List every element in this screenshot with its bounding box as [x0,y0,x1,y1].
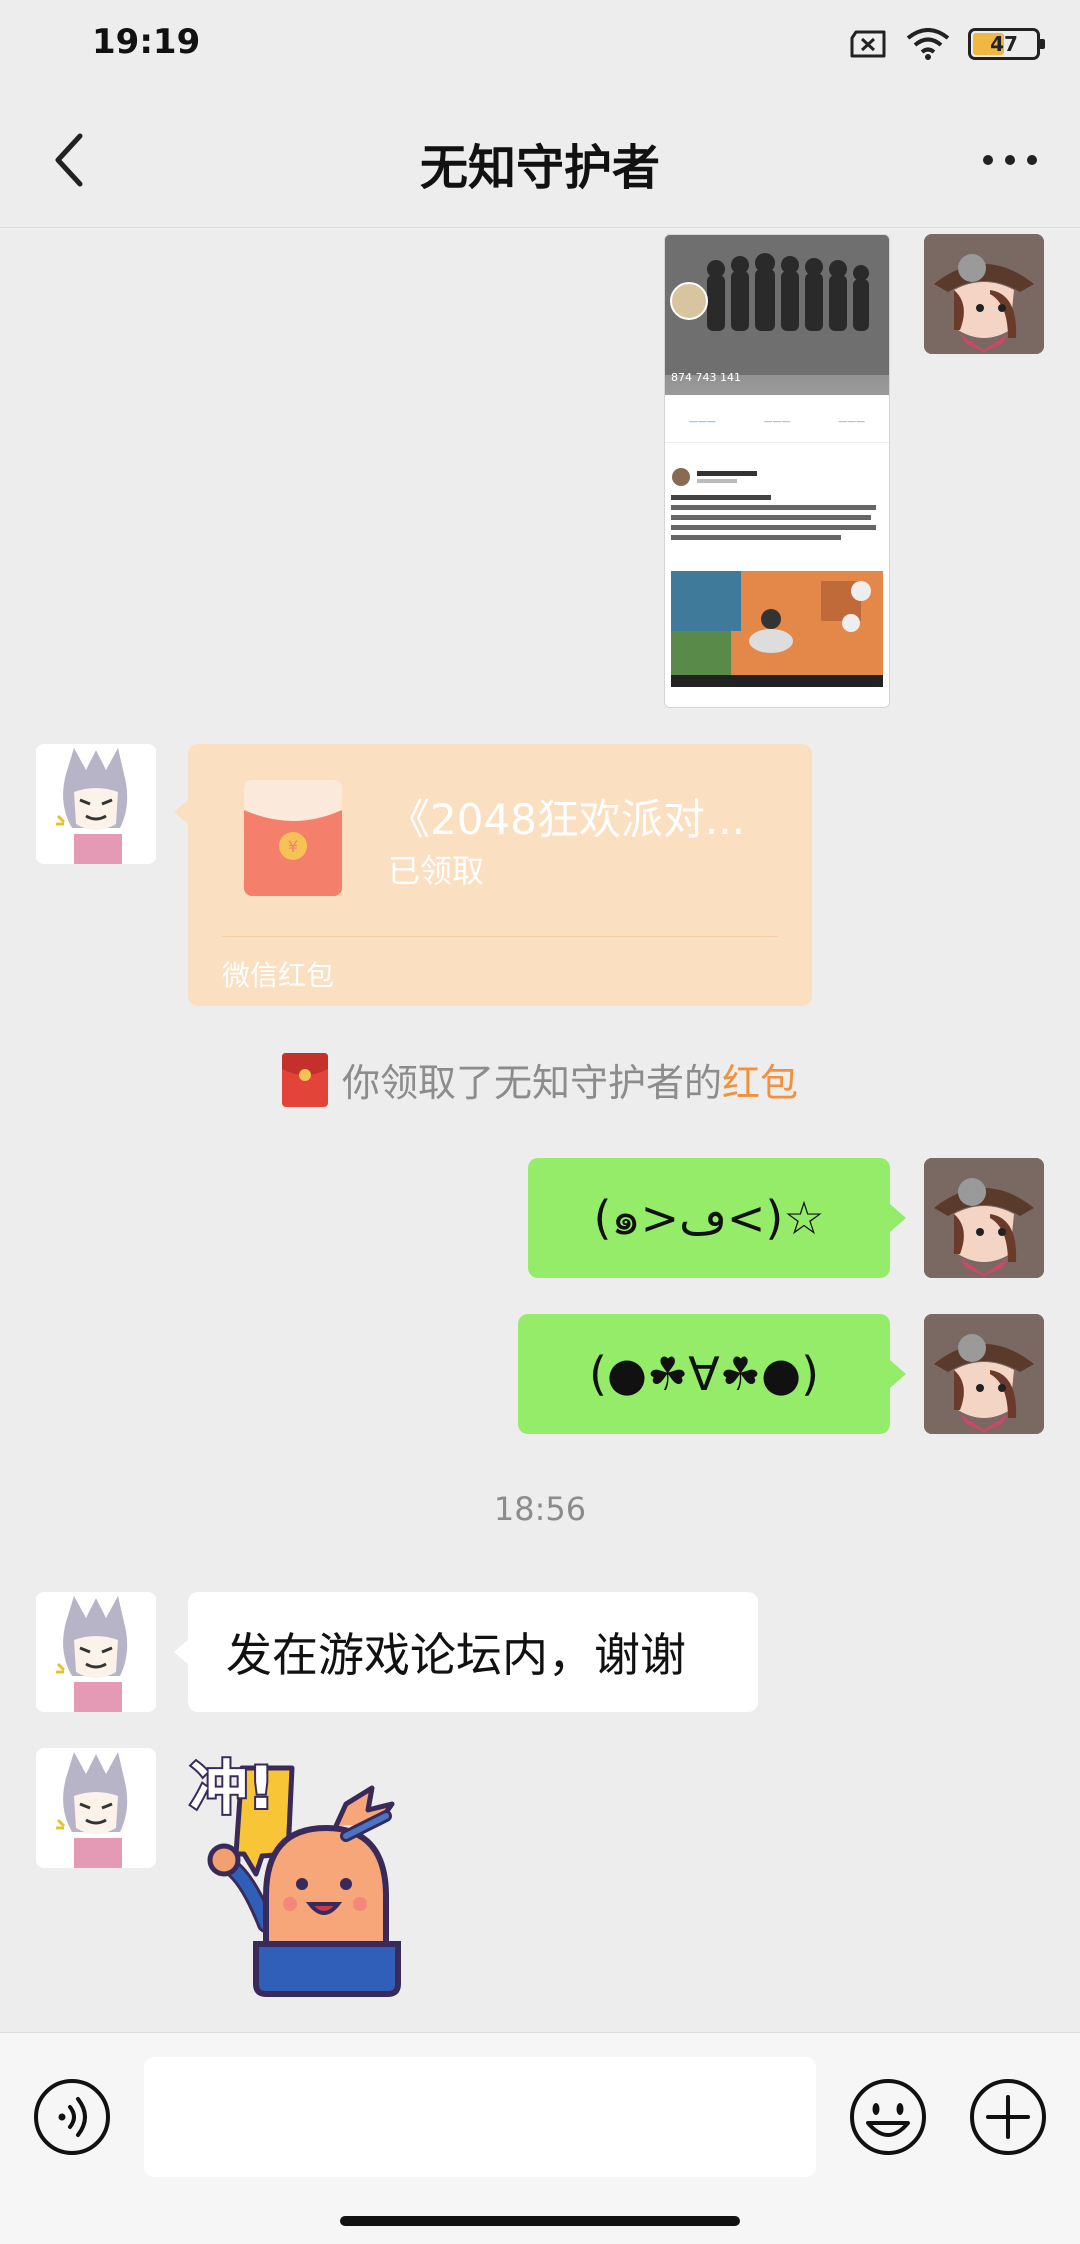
screenshot-header: 874 743 141 [665,235,889,395]
sim-off-icon [848,29,888,59]
screenshot-game-image [671,571,883,687]
red-packet-link[interactable]: 红包 [722,1061,798,1105]
input-bar [0,2032,1080,2244]
red-packet-message[interactable]: ¥ 《2048狂欢派对... 已领取 微信红包 [188,744,812,1006]
more-dots-icon [983,155,1037,165]
image-message[interactable]: 874 743 141 ——— ——— ——— [664,234,890,708]
divider [222,936,778,937]
message-bubble[interactable]: 发在游戏论坛内，谢谢 [188,1592,758,1712]
screenshot-tabs: ——— ——— ——— [665,417,889,443]
system-notice: 你领取了无知守护者的红包 [0,1052,1080,1107]
red-packet-status: 已领取 [388,852,485,890]
screenshot-tab: ——— [688,417,716,427]
message-input[interactable] [144,2057,816,2177]
plus-button[interactable] [968,2077,1048,2157]
message-bubble[interactable]: (●☘∀☘●) [518,1314,890,1434]
red-packet-small-icon [281,1052,328,1107]
svg-text:¥: ¥ [288,837,298,856]
emoji-button[interactable] [848,2077,928,2157]
home-indicator [340,2216,740,2226]
battery-level: 47 [990,32,1018,56]
page-title: 无知守护者 [419,140,660,196]
wifi-icon [906,28,950,60]
sticker-text: 冲! [190,1754,274,1822]
avatar-self[interactable] [924,234,1044,354]
avatar-self[interactable] [924,1314,1044,1434]
screenshot-stats: 874 743 141 [671,371,741,384]
emoji-icon [850,2079,926,2155]
nav-bar: 无知守护者 [0,92,1080,228]
bubble-tail [890,1204,906,1232]
battery-icon: 47 [968,28,1045,60]
red-packet-title: 《2048狂欢派对... [388,795,745,844]
red-packet-footer: 微信红包 [222,959,335,992]
voice-button[interactable] [32,2077,112,2157]
screenshot-tab: ——— [763,417,791,427]
timestamp: 18:56 [493,1490,587,1528]
status-time: 19:19 [92,22,201,62]
sticker-message[interactable]: 冲! [186,1744,422,2000]
plus-icon [970,2079,1046,2155]
red-packet-icon: ¥ [244,780,342,896]
characters-image [665,235,889,375]
bubble-tail [890,1360,906,1388]
avatar-other[interactable] [36,744,156,864]
status-bar: 19:19 47 [0,0,1080,92]
more-button[interactable] [970,120,1050,200]
message-bubble[interactable]: (๑>ڡ<)☆ [528,1158,890,1278]
avatar-other[interactable] [36,1592,156,1712]
screenshot-post [671,467,881,561]
avatar-self[interactable] [924,1158,1044,1278]
status-icons: 47 [848,28,1045,60]
screenshot-tab: ——— [838,417,866,427]
battery-tip [1040,39,1045,49]
avatar-other[interactable] [36,1748,156,1868]
voice-icon [34,2079,110,2155]
notice-text: 你领取了无知守护者的 [341,1061,722,1105]
